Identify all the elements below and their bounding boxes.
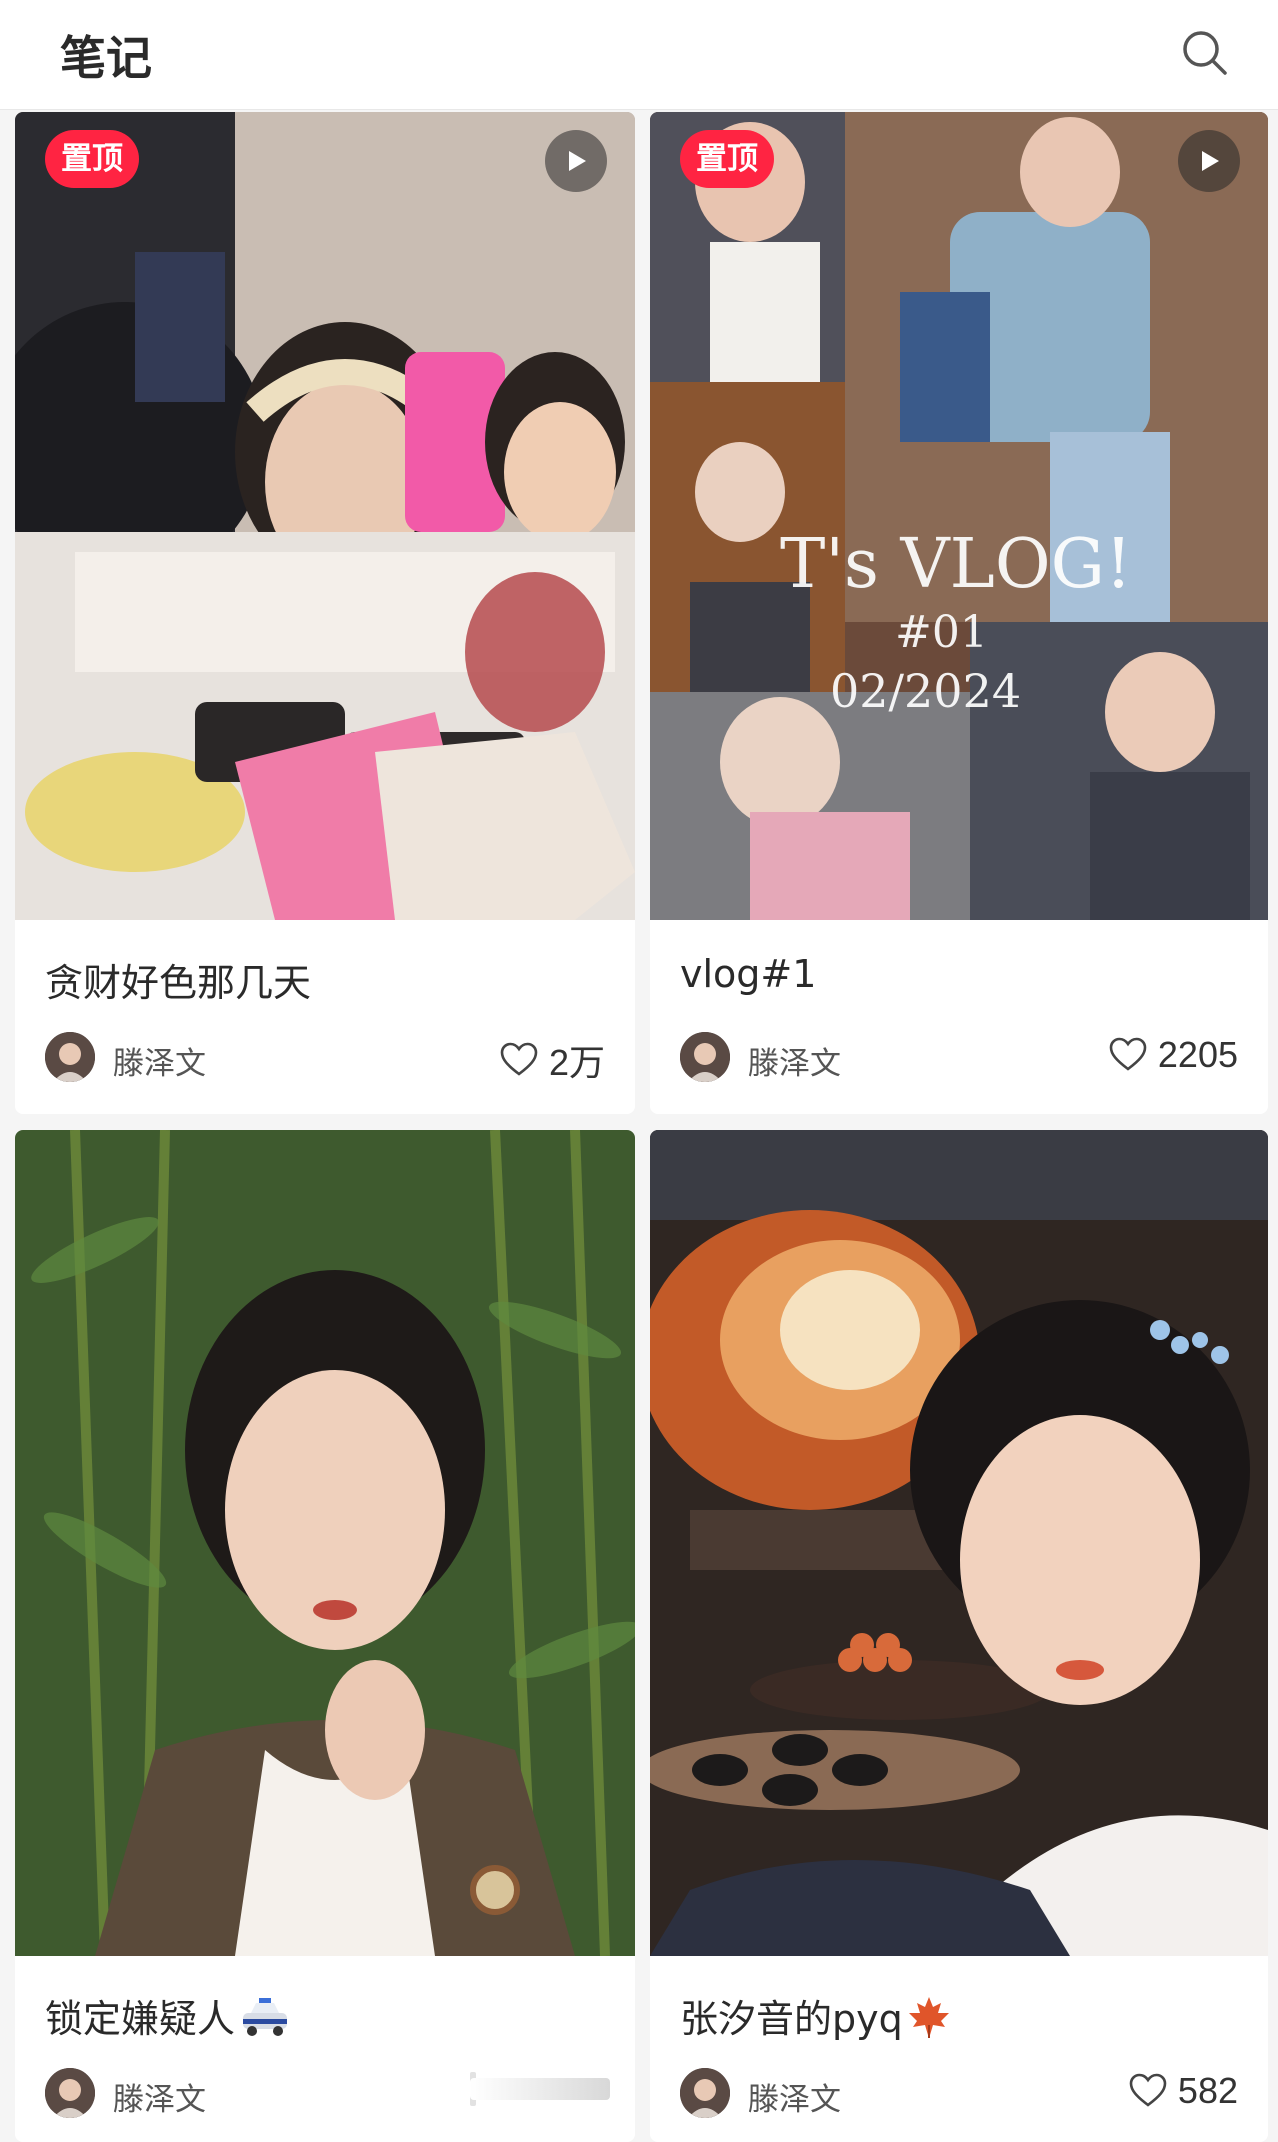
author-name[interactable]: 滕泽文 <box>113 2074 206 2119</box>
note-card[interactable]: 锁定嫌疑人 滕泽文 <box>15 1130 635 2142</box>
heart-icon <box>1109 1037 1147 1071</box>
note-title-text: 锁定嫌疑人 <box>45 1997 236 2041</box>
likes-loading-placeholder <box>470 2078 610 2100</box>
vlog-cover-number: #01 <box>895 607 988 658</box>
author-avatar[interactable] <box>45 1032 95 1082</box>
vlog-cover-text: T's VLOG! <box>780 525 1132 604</box>
author-name[interactable]: 滕泽文 <box>748 2074 841 2119</box>
like-count: 582 <box>1177 2070 1238 2111</box>
author-avatar[interactable] <box>680 1032 730 1082</box>
like-count: 2205 <box>1157 1034 1238 1075</box>
police-car-icon <box>239 1995 291 2048</box>
search-icon <box>1183 31 1227 75</box>
author-avatar[interactable] <box>45 2068 95 2118</box>
maple-leaf-icon <box>907 1995 951 2048</box>
note-title: 锁定嫌疑人 <box>45 1988 291 2048</box>
like-button[interactable]: 2205 <box>1108 1034 1238 1076</box>
video-indicator <box>1178 130 1240 192</box>
pinned-badge: 置顶 <box>680 130 774 188</box>
note-title: vlog#1 <box>680 952 817 996</box>
note-card[interactable]: T's VLOG! #01 02/2024 置顶 vlog#1 滕泽文 2205 <box>650 112 1268 1114</box>
like-button[interactable]: 582 <box>1128 2070 1238 2112</box>
top-bar: 笔记 <box>0 0 1278 110</box>
play-icon <box>569 151 586 171</box>
note-title: 张汐音的pyq <box>680 1988 951 2048</box>
note-cover-image[interactable] <box>15 1130 635 1956</box>
note-card[interactable]: 置顶 贪财好色那几天 滕泽文 2万 <box>15 112 635 1114</box>
note-card[interactable]: 张汐音的pyq 滕泽文 582 <box>650 1130 1268 2142</box>
author-name[interactable]: 滕泽文 <box>113 1038 206 1083</box>
page-title: 笔记 <box>60 31 152 85</box>
search-button[interactable] <box>1170 18 1240 88</box>
note-title: 贪财好色那几天 <box>45 961 312 1005</box>
author-avatar[interactable] <box>680 2068 730 2118</box>
vlog-cover-date: 02/2024 <box>830 664 1021 718</box>
pinned-badge: 置顶 <box>45 130 139 188</box>
like-button[interactable]: 2万 <box>499 1034 605 1086</box>
note-cover-image[interactable]: T's VLOG! #01 02/2024 置顶 <box>650 112 1268 920</box>
note-cover-image[interactable]: 置顶 <box>15 112 635 920</box>
heart-icon <box>500 1042 538 1076</box>
like-count: 2万 <box>548 1042 605 1083</box>
video-indicator <box>545 130 607 192</box>
play-icon <box>1202 151 1219 171</box>
heart-icon <box>1129 2073 1167 2107</box>
note-title-text: 张汐音的pyq <box>680 1997 903 2041</box>
author-name[interactable]: 滕泽文 <box>748 1038 841 1083</box>
note-cover-image[interactable] <box>650 1130 1268 1956</box>
